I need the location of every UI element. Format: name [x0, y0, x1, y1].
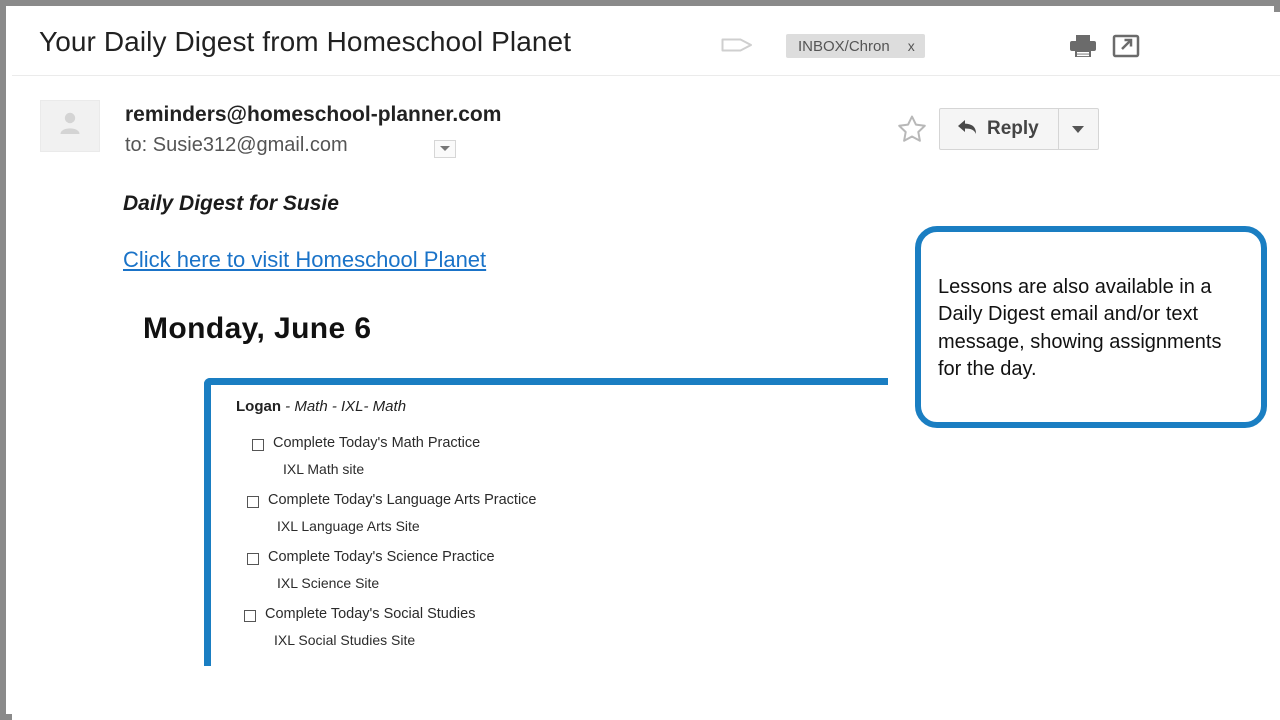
assignment-row: Complete Today's Science Practice [247, 548, 856, 566]
label-chip-remove-icon[interactable]: x [908, 38, 915, 54]
chevron-down-icon [440, 146, 450, 151]
screenshot-frame: Your Daily Digest from Homeschool Planet… [0, 0, 1280, 720]
reply-button-group: Reply [939, 108, 1099, 150]
assignment-checkbox[interactable] [247, 495, 259, 508]
annotation-callout: Lessons are also available in a Daily Di… [915, 226, 1267, 428]
student-course-line: Logan - Math - IXL- Math [236, 398, 856, 415]
mail-header-bar: Your Daily Digest from Homeschool Planet… [12, 12, 1280, 76]
assignment-block: Logan - Math - IXL- Math Complete Today'… [236, 398, 856, 664]
assignment-item: Complete Today's Social Studies IXL Soci… [244, 605, 856, 648]
reply-options-dropdown[interactable] [1058, 108, 1099, 150]
day-heading: Monday, June 6 [143, 312, 372, 345]
recipient-line: to: Susie312@gmail.com [125, 134, 348, 156]
assignment-row: Complete Today's Language Arts Practice [247, 491, 856, 509]
reply-button[interactable]: Reply [939, 108, 1059, 150]
assignment-row: Complete Today's Social Studies [244, 605, 856, 623]
person-avatar-icon [60, 112, 80, 134]
email-client-window: Your Daily Digest from Homeschool Planet… [12, 12, 1280, 720]
assignment-label: Complete Today's Math Practice [273, 435, 481, 451]
student-name: Logan [236, 398, 281, 415]
assignment-checkbox[interactable] [244, 609, 256, 622]
assignment-checkbox[interactable] [247, 552, 259, 565]
reply-arrow-icon [956, 118, 978, 141]
open-in-new-window-icon[interactable] [1110, 33, 1142, 59]
digest-title: Daily Digest for Susie [123, 192, 339, 215]
assignment-label: Complete Today's Social Studies [265, 605, 476, 622]
assignment-item: Complete Today's Math Practice IXL Math … [252, 435, 856, 477]
assignment-checkbox[interactable] [252, 439, 264, 451]
printer-icon[interactable] [1067, 33, 1099, 59]
label-tag-icon[interactable] [721, 35, 755, 55]
assignment-item: Complete Today's Language Arts Practice … [247, 491, 856, 534]
chevron-down-icon [1072, 125, 1085, 133]
annotation-callout-text: Lessons are also available in a Daily Di… [938, 276, 1222, 381]
visit-homeschool-planet-link[interactable]: Click here to visit Homeschool Planet [123, 247, 486, 273]
avatar [40, 100, 100, 152]
assignment-label: Complete Today's Language Arts Practice [268, 491, 537, 508]
assignment-row: Complete Today's Math Practice [252, 435, 856, 452]
course-path: - Math - IXL- Math [281, 398, 407, 415]
label-chip-inbox-chron[interactable]: INBOX/Chron x [786, 34, 925, 58]
assignment-sublabel: IXL Social Studies Site [274, 631, 416, 648]
assignment-sublabel: IXL Science Site [277, 574, 380, 591]
reply-button-label: Reply [987, 118, 1039, 139]
assignment-sublabel: IXL Math site [283, 460, 365, 477]
sender-email-address: reminders@homeschool-planner.com [125, 103, 502, 126]
label-chip-text: INBOX/Chron [798, 37, 890, 55]
email-subject: Your Daily Digest from Homeschool Planet [39, 26, 572, 57]
star-outline-icon[interactable] [896, 113, 928, 145]
recipient-details-dropdown[interactable] [434, 140, 456, 158]
assignment-item: Complete Today's Science Practice IXL Sc… [247, 548, 856, 591]
assignment-label: Complete Today's Science Practice [268, 548, 495, 565]
assignment-sublabel: IXL Language Arts Site [277, 517, 420, 534]
